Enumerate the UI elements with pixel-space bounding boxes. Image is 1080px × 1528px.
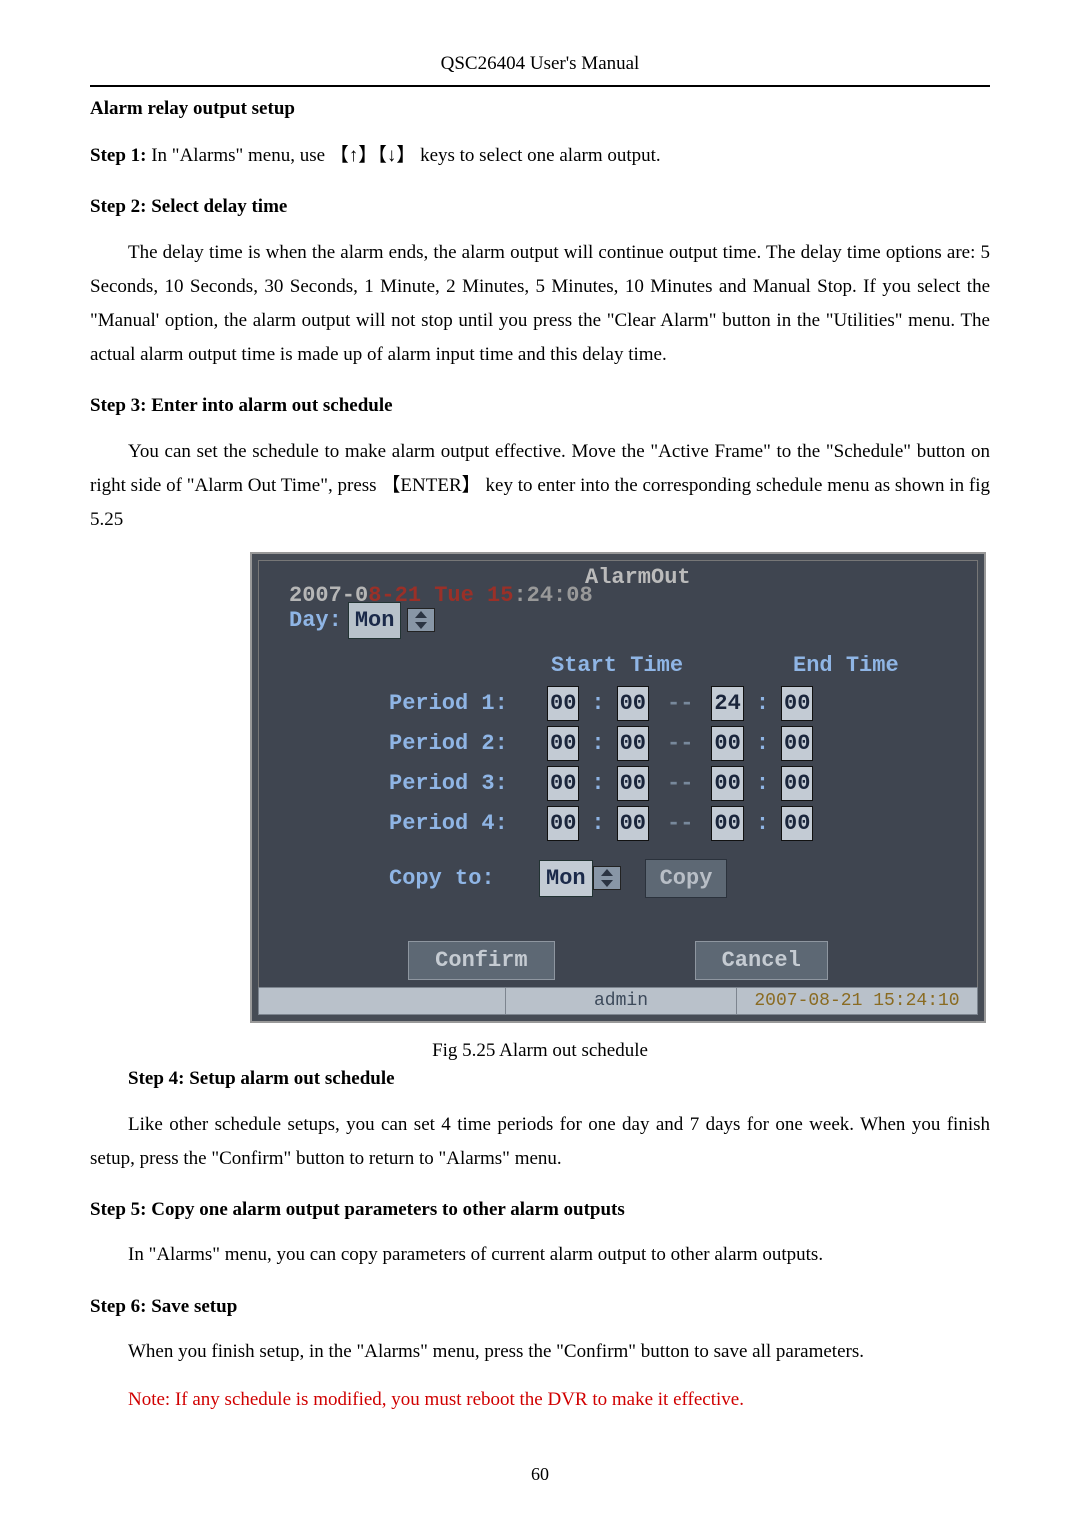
- end-hour-input[interactable]: 00: [711, 766, 743, 801]
- end-min-input[interactable]: 00: [781, 806, 813, 841]
- period-row-3: Period 3: 00:00 -- 00:00: [389, 766, 947, 801]
- copy-to-label: Copy to:: [389, 862, 539, 895]
- dialog-title: AlarmOut: [585, 561, 691, 594]
- confirm-button[interactable]: Confirm: [408, 941, 554, 980]
- figure-caption: Fig 5.25 Alarm out schedule: [90, 1037, 990, 1066]
- start-hour-input[interactable]: 00: [547, 726, 579, 761]
- up-key-icon: 【↑】: [330, 145, 378, 166]
- step4-title: Step 4: Setup alarm out schedule: [128, 1065, 990, 1094]
- start-hour-input[interactable]: 00: [547, 766, 579, 801]
- step1-text-b: keys to select one alarm output.: [415, 145, 660, 166]
- day-spinner-icon[interactable]: [407, 608, 435, 632]
- end-hour-input[interactable]: 00: [711, 806, 743, 841]
- step5-title: Step 5: Copy one alarm output parameters…: [90, 1196, 990, 1225]
- step4-body: Like other schedule setups, you can set …: [90, 1108, 990, 1176]
- end-min-input[interactable]: 00: [781, 726, 813, 761]
- start-min-input[interactable]: 00: [617, 766, 649, 801]
- status-user: admin: [506, 988, 737, 1014]
- start-min-input[interactable]: 00: [617, 686, 649, 721]
- section-title: Alarm relay output setup: [90, 95, 990, 124]
- page-header: QSC26404 User's Manual: [90, 50, 990, 87]
- page-number: 60: [90, 1461, 990, 1488]
- end-min-input[interactable]: 00: [781, 686, 813, 721]
- step6-title: Step 6: Save setup: [90, 1293, 990, 1322]
- period-row-4: Period 4: 00:00 -- 00:00: [389, 806, 947, 841]
- start-hour-input[interactable]: 00: [547, 686, 579, 721]
- copy-button[interactable]: Copy: [645, 859, 728, 898]
- period-label: Period 3:: [389, 767, 539, 800]
- period-label: Period 4:: [389, 807, 539, 840]
- clock: :24:08: [513, 579, 592, 612]
- copy-day-spinner-icon[interactable]: [593, 866, 621, 890]
- enter-key-icon: 【ENTER】: [381, 475, 480, 496]
- down-key-icon: 【↓】: [377, 145, 415, 166]
- step1-text-a: In "Alarms" menu, use: [146, 145, 329, 166]
- step6-body: When you finish setup, in the "Alarms" m…: [90, 1335, 990, 1369]
- cancel-button[interactable]: Cancel: [695, 941, 828, 980]
- step1-label: Step 1:: [90, 145, 146, 166]
- period-row-1: Period 1: 00:00 -- 24:00: [389, 686, 947, 721]
- start-min-input[interactable]: 00: [617, 806, 649, 841]
- period-label: Period 1:: [389, 687, 539, 720]
- period-label: Period 2:: [389, 727, 539, 760]
- period-row-2: Period 2: 00:00 -- 00:00: [389, 726, 947, 761]
- end-time-header: End Time: [793, 649, 899, 682]
- start-time-header: Start Time: [551, 649, 683, 682]
- status-bar: admin 2007-08-21 15:24:10: [258, 987, 978, 1015]
- step5-body: In "Alarms" menu, you can copy parameter…: [128, 1238, 990, 1272]
- status-timestamp: 2007-08-21 15:24:10: [737, 988, 977, 1014]
- start-hour-input[interactable]: 00: [547, 806, 579, 841]
- alarmout-dialog-screenshot: 2007-08-21 Tue 15AlarmOut:24:08 Day: Mon…: [250, 552, 986, 1023]
- warning-note: Note: If any schedule is modified, you m…: [128, 1383, 990, 1417]
- end-min-input[interactable]: 00: [781, 766, 813, 801]
- date-gray1: 2007-0: [289, 579, 368, 612]
- date-red: 8-21 Tue 15: [368, 579, 513, 612]
- end-hour-input[interactable]: 00: [711, 726, 743, 761]
- end-hour-input[interactable]: 24: [711, 686, 743, 721]
- step3-title: Step 3: Enter into alarm out schedule: [90, 392, 990, 421]
- step2-body: The delay time is when the alarm ends, t…: [90, 236, 990, 373]
- start-min-input[interactable]: 00: [617, 726, 649, 761]
- step2-title: Step 2: Select delay time: [90, 193, 990, 222]
- copy-day-select[interactable]: Mon: [539, 860, 593, 897]
